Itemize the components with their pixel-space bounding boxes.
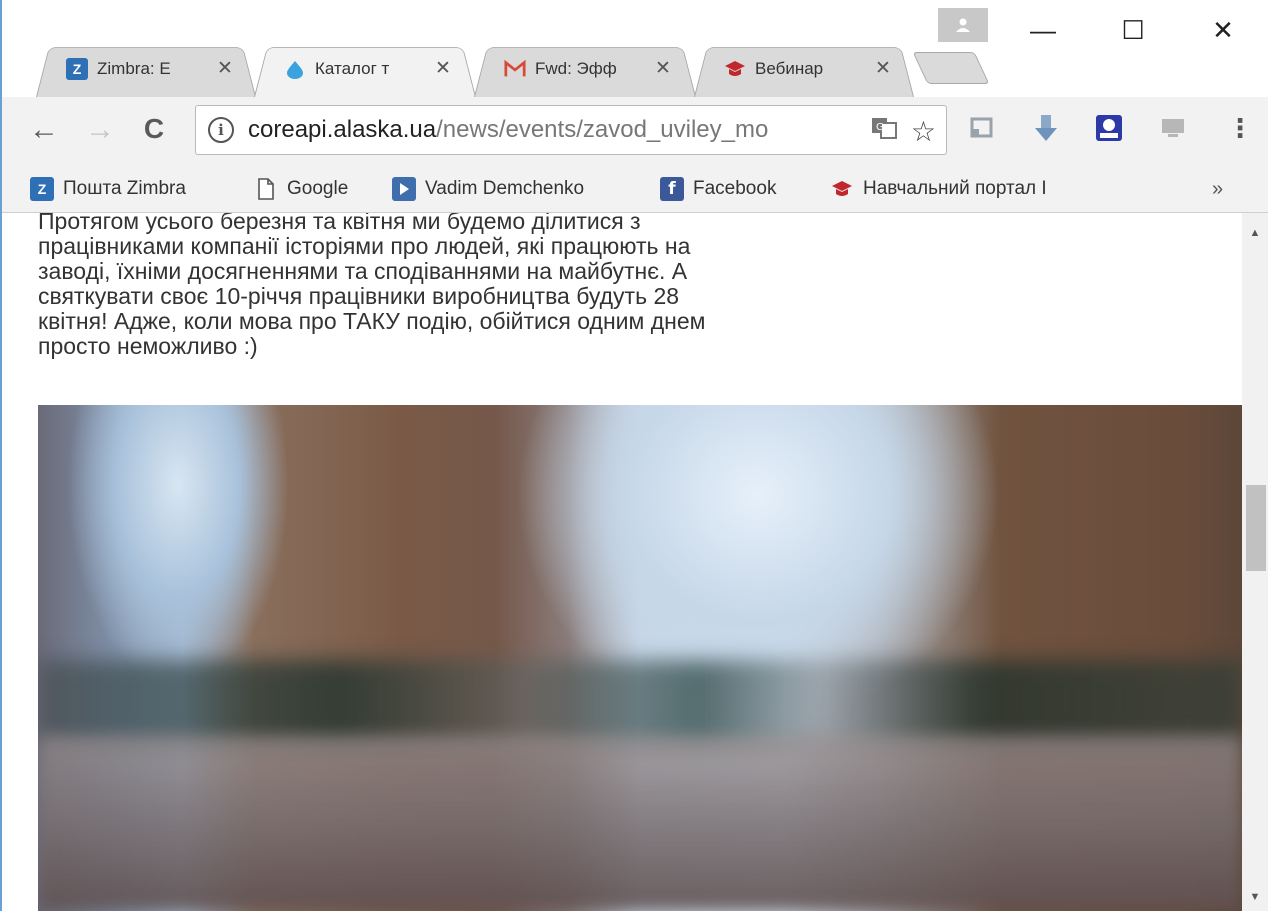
- graduation-cap-icon: [724, 58, 746, 80]
- article-line: заводі, їхніми досягненнями та сподіванн…: [38, 258, 688, 284]
- article-text: Протягом усього березня та квітня ми буд…: [38, 213, 878, 359]
- vertical-scrollbar[interactable]: ▲ ▼: [1242, 213, 1268, 911]
- bookmark-label: Навчальний портал І: [863, 178, 1047, 199]
- url-host: coreapi.alaska.ua: [248, 116, 437, 143]
- facebook-icon: f: [660, 177, 684, 201]
- tab-close-icon[interactable]: ✕: [873, 57, 893, 80]
- bookmark-portal[interactable]: Навчальний портал І: [830, 175, 1095, 203]
- scroll-up-arrow[interactable]: ▲: [1242, 227, 1268, 239]
- menu-button[interactable]: ⋮: [1220, 113, 1260, 144]
- scroll-down-arrow[interactable]: ▼: [1242, 891, 1268, 903]
- extension-icon[interactable]: [1092, 111, 1126, 145]
- bookmark-label: Facebook: [693, 178, 777, 199]
- zimbra-icon: Z: [66, 57, 88, 80]
- translate-icon[interactable]: G: [871, 116, 897, 147]
- download-icon[interactable]: [1029, 111, 1063, 145]
- zimbra-icon: Z: [30, 177, 54, 201]
- page-icon: [254, 177, 278, 201]
- maximize-button[interactable]: ☐: [1088, 0, 1178, 60]
- article-photo: [38, 405, 1242, 911]
- browser-toolbar: ← → C i coreapi.alaska.ua/news/events/za…: [2, 97, 1268, 167]
- tab-title: Каталог т: [315, 58, 390, 78]
- bookmark-label: Google: [287, 178, 349, 199]
- bookmark-facebook[interactable]: f Facebook: [660, 175, 776, 203]
- bookmarks-bar: Z Пошта Zimbra Google Vadim Demchenko f …: [2, 167, 1268, 213]
- page-content: Протягом усього березня та квітня ми буд…: [2, 213, 1242, 911]
- scroll-thumb[interactable]: [1246, 485, 1266, 571]
- bookmarks-overflow-button[interactable]: »: [1212, 175, 1223, 203]
- tab-title: Вебинар: [755, 58, 824, 78]
- gmail-icon: [504, 58, 526, 80]
- tab-catalog[interactable]: Каталог т ✕: [264, 40, 467, 97]
- new-tab-button[interactable]: [912, 52, 990, 84]
- person-icon: [956, 18, 970, 32]
- tab-fwd[interactable]: Fwd: Эфф ✕: [484, 40, 687, 97]
- graduation-cap-icon: [830, 177, 854, 201]
- cast-icon[interactable]: [964, 111, 998, 145]
- forward-button[interactable]: →: [80, 113, 120, 147]
- profile-button[interactable]: [938, 8, 988, 42]
- browser-window: Z Zimbra: E ✕ Каталог т ✕ Fwd: Эфф ✕ Веб…: [0, 0, 1268, 911]
- play-icon: [392, 177, 416, 201]
- tab-close-icon[interactable]: ✕: [433, 57, 453, 80]
- tab-close-icon[interactable]: ✕: [653, 57, 673, 80]
- screen-icon[interactable]: [1156, 111, 1190, 145]
- bookmark-label: Vadim Demchenko: [425, 178, 585, 199]
- window-controls: — ☐ ✕: [998, 0, 1268, 60]
- url-path: /news/events/zavod_uviley_mo: [436, 116, 769, 143]
- bookmark-zimbra[interactable]: Z Пошта Zimbra: [30, 175, 186, 203]
- article-line: працівниками компанії історіями про люде…: [38, 233, 691, 259]
- tab-title: Zimbra: E: [97, 58, 171, 78]
- omnibox-actions: G ☆: [871, 115, 936, 148]
- bookmark-vadim[interactable]: Vadim Demchenko: [392, 175, 584, 203]
- bookmark-label: Пошта Zimbra: [63, 178, 186, 199]
- article-line: Протягом усього березня та квітня ми буд…: [38, 213, 641, 234]
- tab-zimbra[interactable]: Z Zimbra: E ✕: [46, 40, 249, 97]
- tab-strip: Z Zimbra: E ✕ Каталог т ✕ Fwd: Эфф ✕ Веб…: [2, 0, 1268, 97]
- article-line: квітня! Адже, коли мова про ТАКУ подію, …: [38, 308, 706, 334]
- tab-close-icon[interactable]: ✕: [215, 57, 235, 80]
- drop-icon: [284, 58, 306, 80]
- address-bar[interactable]: i coreapi.alaska.ua/news/events/zavod_uv…: [195, 105, 947, 155]
- article-line: просто неможливо :): [38, 333, 258, 359]
- svg-text:G: G: [876, 122, 884, 133]
- bookmark-star-icon[interactable]: ☆: [911, 115, 936, 148]
- back-button[interactable]: ←: [24, 113, 64, 147]
- reload-button[interactable]: C: [134, 113, 174, 145]
- article-line: святкувати своє 10-річчя працівники виро…: [38, 283, 680, 309]
- tab-webinar[interactable]: Вебинар ✕: [704, 40, 907, 97]
- bookmark-google[interactable]: Google: [254, 175, 348, 203]
- info-icon[interactable]: i: [208, 117, 234, 143]
- close-window-button[interactable]: ✕: [1178, 0, 1268, 60]
- tab-title: Fwd: Эфф: [535, 58, 617, 78]
- minimize-button[interactable]: —: [998, 0, 1088, 60]
